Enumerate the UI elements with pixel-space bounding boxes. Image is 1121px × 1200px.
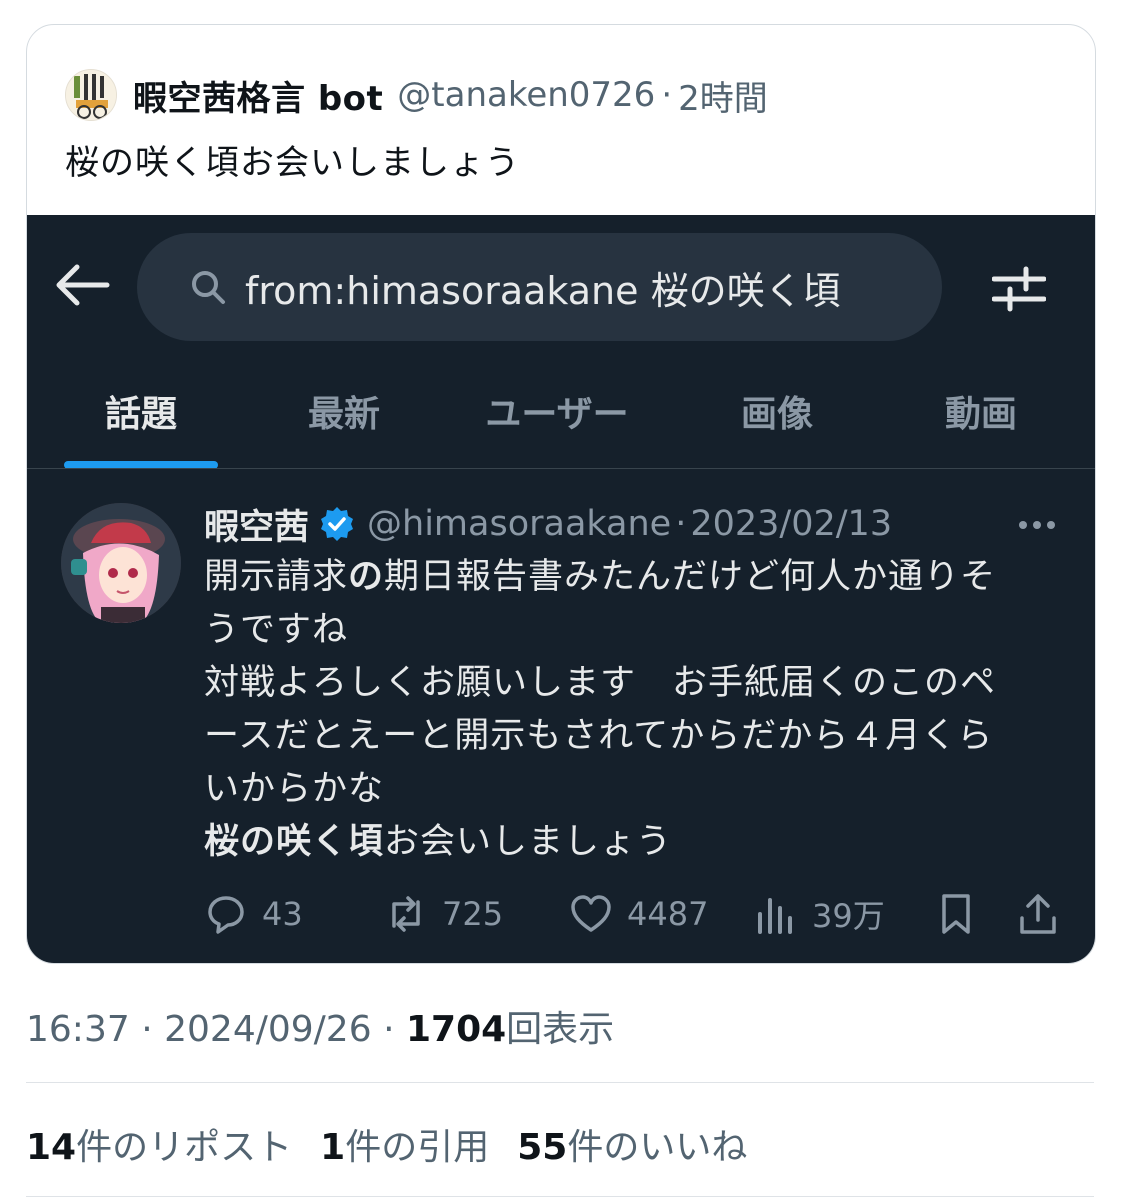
bookmark-action [934, 889, 978, 939]
more-options-icon [1019, 521, 1055, 529]
likes-label: 件のいいね [567, 1127, 748, 1168]
like-count: 4487 [627, 895, 709, 933]
divider [26, 1082, 1094, 1083]
quotes-total: 1 [320, 1127, 346, 1168]
quoted-tweet-card[interactable]: 暇空茜格言 bot @tanaken0726 · 2時間 桜の咲く頃お会いしまし… [26, 24, 1096, 964]
meta-separator: · [383, 1009, 395, 1050]
quote-display-name[interactable]: 暇空茜格言 bot [133, 71, 383, 120]
search-icon [192, 271, 225, 304]
search-query: from:himasoraakane 桜の咲く頃 [245, 268, 841, 313]
analytics-icon [758, 898, 792, 934]
body-line-3: 対戦よろしくお願いします お手紙届くのこのペ [204, 663, 997, 703]
body-line-1: 開示請求の期日報告書みたんだけど何人か通りそ [204, 551, 1064, 604]
bot-avatar[interactable] [65, 69, 117, 121]
back-arrow-icon [56, 264, 110, 306]
body-text: 期日報告書みたんだけど何人か通りそ [384, 557, 997, 597]
tweet-meta: 16:37 · 2024/09/26 · 1704回表示 [26, 1000, 614, 1052]
repost-action: 725 [384, 889, 503, 939]
quote-text: 桜の咲く頃お会いしましょう [65, 143, 520, 183]
body-line-5: いからかな [204, 769, 385, 809]
heart-icon [571, 895, 611, 932]
quote-separator: · [661, 75, 673, 115]
share-action [1016, 889, 1060, 939]
body-text: 開示請求 [204, 557, 349, 597]
quote-header: 暇空茜格言 bot @tanaken0726 · 2時間 [65, 69, 768, 121]
reply-icon [208, 896, 244, 934]
repost-count: 725 [442, 895, 504, 933]
reply-action: 43 [204, 889, 303, 939]
author-avatar [61, 503, 181, 623]
tweet-date[interactable]: 2024/09/26 [164, 1009, 372, 1050]
quote-handle[interactable]: @tanaken0726 [397, 75, 655, 115]
meta-separator: · [141, 1009, 153, 1050]
body-text: お会いしましょう [384, 822, 673, 862]
filter-sliders-icon [992, 266, 1046, 312]
tab-latest: 最新 [307, 394, 380, 435]
quote-time[interactable]: 2時間 [678, 71, 768, 120]
engagement-stats: 14件のリポスト 1件の引用 55件のいいね [26, 1118, 747, 1170]
verified-badge-icon [321, 507, 354, 541]
reposts-stat[interactable]: 14件のリポスト [26, 1127, 292, 1168]
reposts-total: 14 [26, 1127, 77, 1168]
bot-avatar-image [66, 70, 116, 120]
body-line-4: ースだとえーと開示もされてからだから４月くら [204, 716, 994, 756]
likes-stat[interactable]: 55件のいいね [517, 1127, 747, 1168]
author-name: 暇空茜 [204, 507, 310, 548]
views-total: 1704 [405, 1009, 507, 1050]
divider [26, 1196, 1094, 1197]
likes-total: 55 [517, 1127, 568, 1168]
post-date: 2023/02/13 [690, 504, 893, 544]
views-label: 回表示 [506, 1009, 615, 1050]
tab-users: ユーザー [485, 394, 629, 435]
reposts-label: 件のリポスト [76, 1127, 293, 1168]
reply-count: 43 [262, 895, 303, 933]
tab-videos: 動画 [944, 394, 1017, 435]
author-handle: @himasoraakane [367, 504, 672, 544]
bookmark-icon [942, 894, 970, 934]
views-action: 39万 [754, 889, 885, 939]
author-avatar-image [61, 503, 181, 623]
search-tabs: 話題 最新 ユーザー 画像 動画 [27, 365, 1095, 469]
post-separator: · [675, 504, 687, 544]
embedded-post: 暇空茜 @himasoraakane · 2023/02/13 開示請求の期日報… [27, 469, 1095, 963]
body-line-2: うですね [204, 610, 349, 650]
quotes-label: 件の引用 [345, 1127, 490, 1168]
body-line-6: 桜の咲く頃お会いしましょう [204, 816, 1064, 869]
tab-images: 画像 [740, 394, 813, 435]
tab-trending: 話題 [104, 394, 177, 435]
tweet-time[interactable]: 16:37 [26, 1009, 130, 1050]
quotes-stat[interactable]: 1件の引用 [320, 1127, 489, 1168]
body-highlight: の [348, 557, 385, 597]
share-icon [1020, 894, 1056, 934]
repost-icon [392, 896, 420, 932]
search-bar: from:himasoraakane 桜の咲く頃 [137, 233, 942, 341]
attached-screenshot[interactable]: from:himasoraakane 桜の咲く頃 話題 最新 ユーザー 画像 動… [27, 215, 1095, 963]
post-header: 暇空茜 @himasoraakane · 2023/02/13 [204, 501, 893, 548]
like-action: 4487 [569, 889, 708, 939]
post-body: 開示請求の期日報告書みたんだけど何人か通りそ うですね 対戦よろしくお願いします… [204, 551, 1064, 869]
body-highlight: 桜の咲く頃 [204, 822, 385, 862]
views-count: 39万 [812, 897, 885, 935]
post-actions: 43 725 4487 39万 [204, 889, 1064, 939]
